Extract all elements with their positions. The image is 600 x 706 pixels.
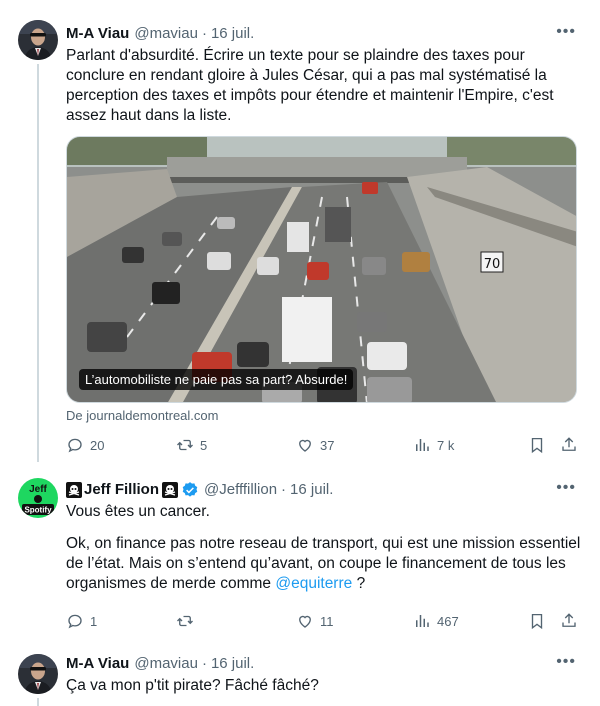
reply-button[interactable]: 20	[66, 436, 104, 454]
display-name[interactable]: M-A Viau	[66, 654, 129, 674]
card-caption: L’automobiliste ne paie pas sa part? Abs…	[79, 369, 354, 390]
avatar[interactable]: Jeff Spotify	[18, 478, 58, 518]
highway-photo: 70	[67, 137, 576, 402]
like-button[interactable]: 37	[296, 436, 334, 454]
views-icon	[416, 615, 429, 627]
share-icon	[562, 613, 576, 627]
handle[interactable]: @maviau	[134, 24, 198, 44]
tweet-text: Ça va mon p'tit pirate? Fâché fâché?	[66, 677, 319, 694]
link-card-image[interactable]: 70 L’automobiliste ne paie pas sa part? …	[66, 136, 577, 403]
like-icon	[299, 439, 311, 452]
like-count: 11	[320, 613, 334, 629]
tweet-3[interactable]: M-A Viau @maviau · 16 juil. ••• Ça va mo…	[0, 642, 600, 706]
avatar[interactable]	[18, 654, 58, 694]
share-button[interactable]	[560, 436, 584, 454]
like-icon	[299, 615, 311, 628]
skull-icon	[162, 482, 178, 498]
tweet-actions: 20 5 37 7 k	[66, 436, 582, 456]
retweet-count: 5	[200, 437, 208, 453]
tweet-actions: 1 11 467	[66, 612, 582, 632]
handle[interactable]: @maviau	[134, 654, 198, 674]
reply-button[interactable]: 1	[66, 612, 97, 630]
avatar[interactable]	[18, 20, 58, 60]
tweet-date[interactable]: 16 juil.	[211, 24, 254, 44]
tweet-text: Parlant d'absurdité. Écrire un texte pou…	[66, 47, 554, 124]
share-button[interactable]	[560, 612, 584, 630]
tweet-text-paragraph: Ok, on finance pas notre reseau de trans…	[66, 534, 586, 594]
reply-count: 20	[90, 437, 105, 453]
bookmark-button[interactable]	[528, 436, 552, 454]
tweet-header: M-A Viau @maviau · 16 juil.	[66, 654, 254, 674]
handle[interactable]: @Jefffillion	[204, 480, 277, 500]
views-button[interactable]: 467	[413, 612, 459, 630]
more-icon[interactable]: •••	[556, 23, 576, 41]
separator-dot: ·	[201, 25, 207, 42]
more-icon[interactable]: •••	[556, 479, 576, 497]
display-name[interactable]: Jeff Fillion	[84, 480, 159, 500]
mention-link[interactable]: @equiterre	[275, 575, 352, 592]
skull-icon	[66, 482, 82, 498]
views-icon	[416, 439, 429, 451]
views-button[interactable]: 7 k	[413, 436, 454, 454]
reply-count: 1	[90, 613, 98, 629]
display-name[interactable]: M-A Viau	[66, 24, 129, 44]
like-button[interactable]: 11	[296, 612, 334, 630]
tweet-text-line1: Vous êtes un cancer.	[66, 503, 210, 520]
bookmark-icon	[531, 437, 543, 454]
retweet-button[interactable]	[176, 612, 200, 630]
reply-icon	[68, 438, 82, 453]
tweet-header: Jeff Fillion @Jefffillion · 16 juil.	[66, 480, 333, 500]
tweet-date[interactable]: 16 juil.	[211, 654, 254, 674]
views-count: 7 k	[437, 437, 455, 453]
card-source[interactable]: De journaldemontreal.com	[66, 408, 218, 423]
thread-line	[37, 64, 39, 462]
share-icon	[562, 437, 576, 451]
retweet-button[interactable]: 5	[176, 436, 207, 454]
tweet-2[interactable]: Jeff Spotify Jeff Fillion @Jefffillion ·…	[0, 462, 600, 642]
more-icon[interactable]: •••	[556, 653, 576, 671]
separator-dot: ·	[281, 481, 287, 498]
svg-text:Jeff: Jeff	[29, 484, 47, 495]
retweet-icon	[177, 439, 193, 451]
views-count: 467	[437, 613, 459, 629]
speed-sign-text: 70	[484, 257, 501, 272]
tweet-header: M-A Viau @maviau · 16 juil.	[66, 24, 254, 44]
verified-icon	[182, 482, 198, 497]
tweet-date[interactable]: 16 juil.	[290, 480, 333, 500]
retweet-icon	[177, 615, 193, 627]
separator-dot: ·	[201, 655, 207, 672]
tweet-1[interactable]: M-A Viau @maviau · 16 juil. ••• Parlant …	[0, 0, 600, 462]
like-count: 37	[320, 437, 335, 453]
thread-line	[37, 698, 39, 706]
bookmark-icon	[531, 613, 543, 630]
svg-text:Spotify: Spotify	[24, 506, 52, 515]
bookmark-button[interactable]	[528, 612, 552, 630]
tweet-text-end: ?	[352, 575, 366, 592]
reply-icon	[68, 614, 82, 629]
